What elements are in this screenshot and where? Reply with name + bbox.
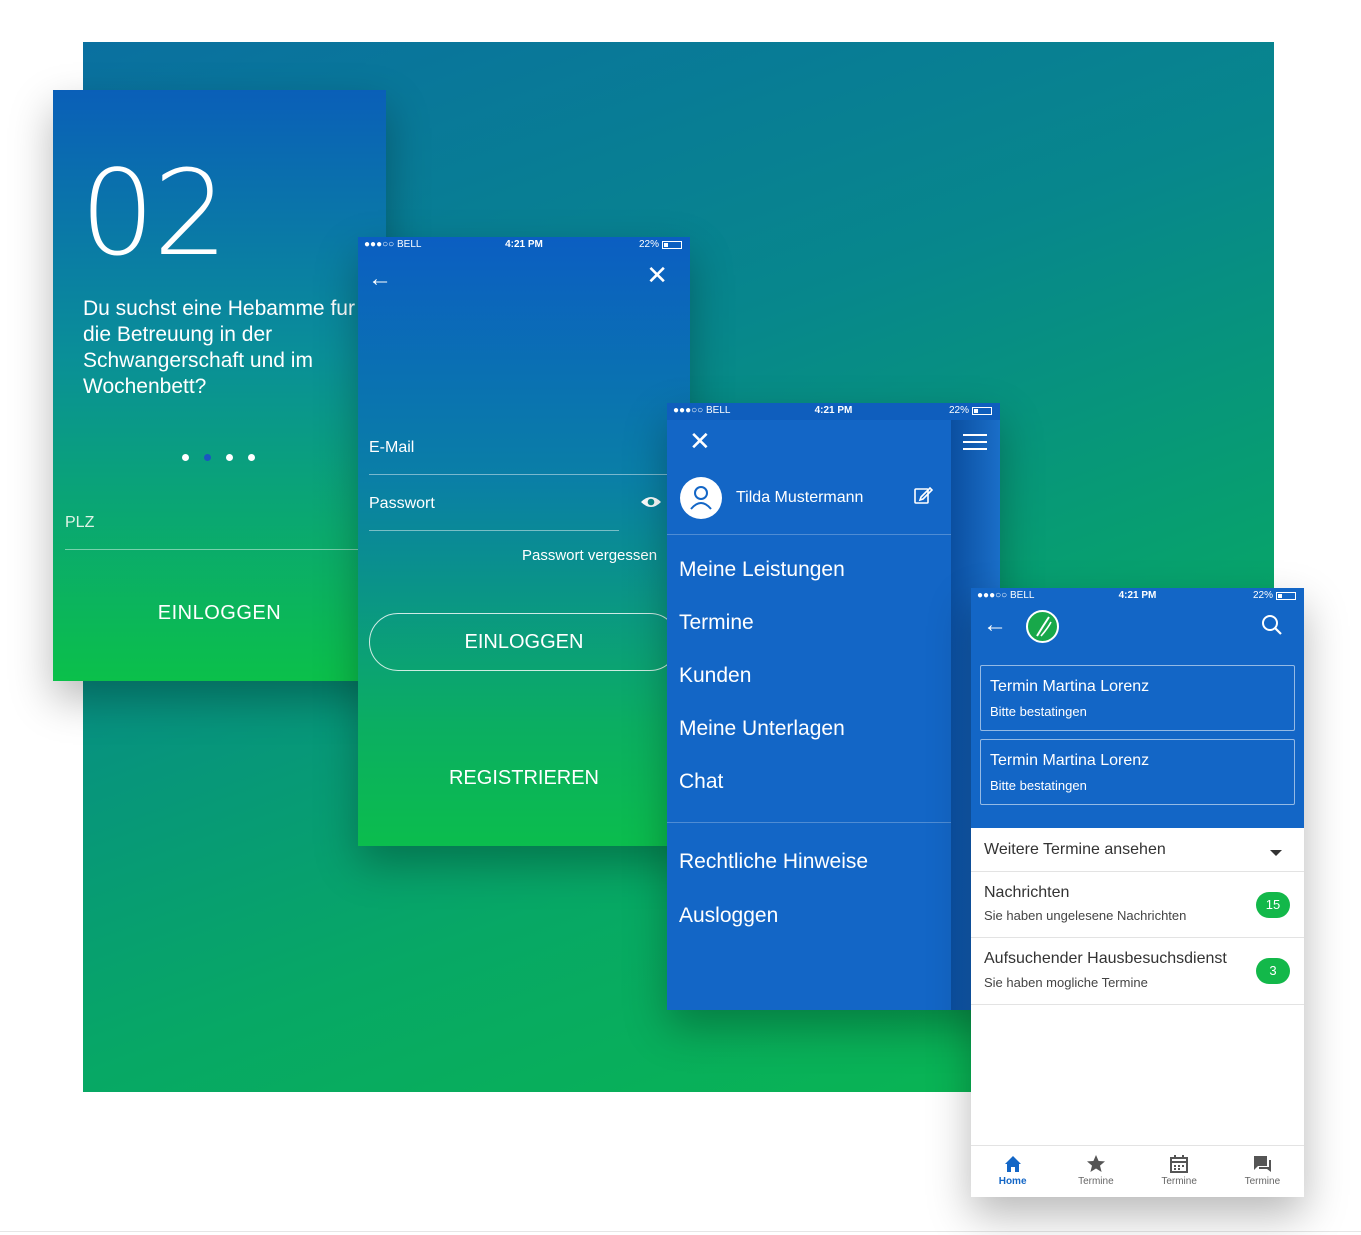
page-dot[interactable] <box>248 454 255 461</box>
leaf-icon <box>1036 616 1052 637</box>
calendar-icon <box>1170 1155 1189 1173</box>
password-underline <box>369 530 619 531</box>
menu-screen: ●●●○○ BELL 4:21 PM 22% ✕ Tilda Musterman… <box>667 403 1000 1010</box>
tab-home[interactable]: Home <box>971 1146 1054 1197</box>
chat-icon <box>1254 1156 1272 1172</box>
tab-label: Termine <box>1161 1176 1197 1187</box>
status-bar: ●●●○○ BELL 4:21 PM 22% <box>971 588 1304 605</box>
menu-item-unterlagen[interactable]: Meine Unterlagen <box>679 717 845 741</box>
battery-label: 22% <box>638 239 659 250</box>
list-item[interactable]: Nachrichten Sie haben ungelesene Nachric… <box>971 872 1304 938</box>
user-icon <box>690 486 712 510</box>
list-item-title: Nachrichten <box>984 884 1070 901</box>
status-bar: ●●●○○ BELL 4:21 PM 22% <box>358 237 690 254</box>
list-item-title: Aufsuchender Hausbesuchsdienst <box>984 950 1227 967</box>
more-appointments-label: Weitere Termine ansehen <box>984 841 1166 858</box>
hamburger-menu-icon[interactable] <box>963 434 987 455</box>
menu-item-kunden[interactable]: Kunden <box>679 664 751 688</box>
appointment-subtitle: Bitte bestatingen <box>990 778 1087 793</box>
close-icon[interactable]: ✕ <box>646 261 668 291</box>
register-link[interactable]: REGISTRIEREN <box>358 767 690 790</box>
login-button[interactable]: EINLOGGEN <box>369 613 679 671</box>
battery-status: 22% <box>1253 590 1296 601</box>
page-dot-active[interactable] <box>204 454 211 461</box>
battery-icon <box>972 406 992 415</box>
status-bar: ●●●○○ BELL 4:21 PM 22% <box>667 403 1000 420</box>
list-item[interactable]: Aufsuchender Hausbesuchsdienst Sie haben… <box>971 938 1304 1005</box>
menu-item-logout[interactable]: Ausloggen <box>679 904 778 928</box>
close-icon[interactable]: ✕ <box>689 427 711 457</box>
tab-termine-calendar[interactable]: Termine <box>1138 1146 1221 1197</box>
page-indicator[interactable] <box>182 454 255 461</box>
eye-icon[interactable] <box>640 495 662 509</box>
tab-label: Termine <box>1244 1176 1281 1187</box>
password-field[interactable]: Passwort <box>369 495 435 513</box>
forgot-password-link[interactable]: Passwort vergessen <box>522 547 657 564</box>
battery-label: 22% <box>948 405 969 416</box>
onboarding-text: Du suchst eine Hebamme fur die Betreuung… <box>83 297 355 398</box>
appointment-card[interactable]: Termin Martina Lorenz Bitte bestatingen <box>980 739 1295 805</box>
back-arrow-icon[interactable]: ← <box>983 611 1007 639</box>
edit-icon[interactable] <box>913 485 933 505</box>
plz-field[interactable]: PLZ <box>65 514 94 532</box>
home-icon <box>1004 1156 1021 1172</box>
login-button[interactable]: EINLOGGEN <box>53 602 386 625</box>
count-badge: 15 <box>1256 892 1290 918</box>
user-name: Tilda Mustermann <box>736 489 864 506</box>
email-field[interactable]: E-Mail <box>369 439 414 457</box>
email-underline <box>369 474 669 475</box>
more-appointments-row[interactable]: Weitere Termine ansehen <box>971 828 1304 872</box>
avatar[interactable] <box>680 477 722 519</box>
plz-underline <box>65 549 386 550</box>
battery-icon <box>1276 591 1296 600</box>
chevron-down-icon <box>1270 850 1282 856</box>
step-number: 02 <box>80 144 228 282</box>
tab-termine-star[interactable]: Termine <box>1054 1146 1137 1197</box>
list-item-subtitle: Sie haben mogliche Termine <box>984 975 1148 990</box>
appointment-title: Termin Martina Lorenz <box>990 752 1150 769</box>
onboarding-screen: 02 Du suchst eine Hebamme fur die Betreu… <box>53 90 386 681</box>
home-screen: ●●●○○ BELL 4:21 PM 22% ← Termin Martina … <box>971 588 1304 1197</box>
battery-icon <box>662 240 682 249</box>
tab-label: Termine <box>1078 1176 1114 1187</box>
back-arrow-icon[interactable]: ← <box>368 265 392 293</box>
login-screen: ●●●○○ BELL 4:21 PM 22% ← ✕ E-Mail Passwo… <box>358 237 690 846</box>
search-icon[interactable] <box>1261 614 1283 636</box>
menu-item-chat[interactable]: Chat <box>679 770 723 794</box>
divider <box>0 1231 1361 1232</box>
list-item-subtitle: Sie haben ungelesene Nachrichten <box>984 908 1187 923</box>
tab-label: Home <box>998 1176 1027 1187</box>
page-dot[interactable] <box>226 454 233 461</box>
star-icon <box>1086 1155 1105 1172</box>
battery-label: 22% <box>1252 590 1273 601</box>
count-badge: 3 <box>1256 958 1290 984</box>
battery-status: 22% <box>949 405 992 416</box>
page-dot[interactable] <box>182 454 189 461</box>
app-logo-icon <box>1026 610 1059 643</box>
menu-item-leistungen[interactable]: Meine Leistungen <box>679 558 845 582</box>
menu-divider <box>667 534 951 535</box>
menu-item-termine[interactable]: Termine <box>679 611 754 635</box>
menu-divider <box>667 822 951 823</box>
menu-item-legal[interactable]: Rechtliche Hinweise <box>679 850 868 874</box>
tab-termine-chat[interactable]: Termine <box>1221 1146 1304 1197</box>
tab-bar: Home Termine Termine Termine <box>971 1145 1304 1197</box>
appointment-title: Termin Martina Lorenz <box>990 678 1150 695</box>
appointment-card[interactable]: Termin Martina Lorenz Bitte bestatingen <box>980 665 1295 731</box>
battery-status: 22% <box>639 239 682 250</box>
appointment-subtitle: Bitte bestatingen <box>990 704 1087 719</box>
home-header: ●●●○○ BELL 4:21 PM 22% ← Termin Martina … <box>971 588 1304 828</box>
